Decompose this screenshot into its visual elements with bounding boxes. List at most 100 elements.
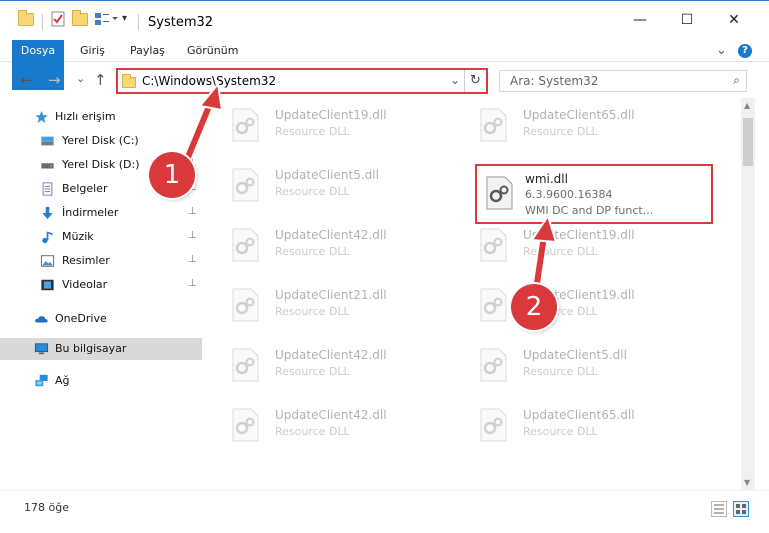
- folder-icon: [18, 10, 34, 27]
- dll-file-icon: [232, 168, 259, 202]
- pin-icon[interactable]: ⊥: [188, 278, 197, 289]
- file-item[interactable]: UpdateClient5.dll Resource DLL: [453, 340, 683, 390]
- file-name: UpdateClient5.dll: [523, 348, 627, 362]
- sidebar-item-label: OneDrive: [55, 312, 107, 325]
- sidebar-item-onedrive[interactable]: OneDrive: [0, 308, 202, 330]
- item-count: 178 öğe: [24, 501, 69, 514]
- file-item[interactable]: UpdateClient21.dll Resource DLL: [205, 280, 435, 330]
- file-name: UpdateClient65.dll: [523, 408, 635, 422]
- file-item[interactable]: UpdateClient19.dll Resource DLL: [453, 280, 683, 330]
- documents-icon: [42, 182, 53, 196]
- file-item[interactable]: UpdateClient42.dll Resource DLL: [205, 220, 435, 270]
- address-path: C:\Windows\System32: [142, 74, 277, 88]
- pin-icon[interactable]: ⊥: [188, 134, 197, 145]
- pin-icon[interactable]: ⊥: [188, 230, 197, 241]
- sidebar-item-this-pc[interactable]: Bu bilgisayar: [0, 338, 202, 360]
- expand-ribbon-icon[interactable]: ⌄: [716, 43, 727, 58]
- file-version: 6.3.9600.16384: [525, 188, 613, 201]
- file-description: Resource DLL: [523, 365, 598, 378]
- file-item[interactable]: UpdateClient65.dll Resource DLL: [453, 400, 683, 450]
- scrollbar-thumb[interactable]: [743, 118, 753, 166]
- details-view-icon[interactable]: [711, 501, 727, 517]
- file-item[interactable]: UpdateClient19.dll Resource DLL: [205, 100, 435, 150]
- sidebar-item-local-disk-c[interactable]: Yerel Disk (C:) ⊥: [0, 130, 202, 152]
- quick-access-toolbar: [18, 10, 40, 27]
- properties-icon[interactable]: [50, 11, 66, 27]
- file-description: Resource DLL: [523, 425, 598, 438]
- close-button[interactable]: ✕: [727, 13, 741, 27]
- file-description: Resource DLL: [275, 125, 350, 138]
- file-name: UpdateClient19.dll: [523, 228, 635, 242]
- file-name: UpdateClient42.dll: [275, 228, 387, 242]
- file-description: Resource DLL: [275, 305, 350, 318]
- step-2-badge: 2: [511, 284, 557, 330]
- address-bar[interactable]: C:\Windows\System32 ⌄ ↻: [116, 68, 488, 94]
- dll-file-icon: [232, 288, 259, 322]
- file-name: UpdateClient5.dll: [275, 168, 379, 182]
- customize-toolbar-icon[interactable]: [94, 11, 118, 27]
- sidebar-item-label: Videolar: [62, 278, 108, 291]
- window-title: System32: [148, 15, 214, 30]
- recent-locations-button[interactable]: ⌄: [76, 72, 85, 85]
- computer-icon: [34, 343, 49, 355]
- pin-icon[interactable]: ⊥: [188, 206, 197, 217]
- pictures-icon: [40, 255, 55, 267]
- file-description: Resource DLL: [523, 245, 598, 258]
- search-input[interactable]: Ara: System32 ⌕: [499, 70, 747, 92]
- scroll-down-icon[interactable]: ▼: [744, 478, 750, 487]
- drive-icon: [41, 136, 54, 146]
- dll-file-icon: [480, 408, 507, 442]
- tab-share[interactable]: Paylaş: [120, 40, 175, 62]
- sidebar-item-label: Hızlı erişim: [55, 110, 116, 123]
- back-button[interactable]: ←: [20, 71, 33, 89]
- search-icon: ⌕: [733, 73, 740, 87]
- tiles-view-icon[interactable]: [733, 501, 749, 517]
- file-item[interactable]: UpdateClient42.dll Resource DLL: [205, 400, 435, 450]
- up-button[interactable]: ↑: [94, 71, 107, 89]
- sidebar-item-downloads[interactable]: İndirmeler ⊥: [0, 202, 202, 224]
- tab-home[interactable]: Giriş: [70, 40, 115, 62]
- dropdown-arrow-icon[interactable]: ▾: [122, 11, 138, 27]
- help-icon[interactable]: ?: [738, 44, 752, 58]
- minimize-button[interactable]: —: [633, 13, 647, 27]
- music-icon: [42, 231, 53, 244]
- dll-file-icon: [480, 348, 507, 382]
- file-description: Resource DLL: [275, 365, 350, 378]
- maximize-button[interactable]: ☐: [680, 13, 694, 27]
- file-item[interactable]: UpdateClient5.dll Resource DLL: [205, 160, 435, 210]
- dll-file-icon: [480, 228, 507, 262]
- sidebar-item-music[interactable]: Müzik ⊥: [0, 226, 202, 248]
- sidebar-item-quick-access[interactable]: Hızlı erişim: [0, 106, 202, 128]
- file-list: UpdateClient19.dll Resource DLL UpdateCl…: [205, 98, 741, 490]
- refresh-button[interactable]: ↻: [464, 70, 486, 92]
- sidebar-item-label: Müzik: [62, 230, 94, 243]
- file-name: wmi.dll: [525, 172, 568, 186]
- file-description: Resource DLL: [275, 185, 350, 198]
- sidebar-item-label: İndirmeler: [62, 206, 119, 219]
- file-name: UpdateClient65.dll: [523, 108, 635, 122]
- pin-icon[interactable]: ⊥: [188, 254, 197, 265]
- dll-file-icon: [232, 348, 259, 382]
- file-description: Resource DLL: [523, 125, 598, 138]
- file-item-wmi-dll[interactable]: wmi.dll 6.3.9600.16384 WMI DC and DP fun…: [475, 164, 713, 224]
- file-item[interactable]: UpdateClient65.dll Resource DLL: [453, 100, 683, 150]
- vertical-scrollbar[interactable]: ▲ ▼: [741, 98, 755, 490]
- scroll-up-icon[interactable]: ▲: [744, 101, 750, 110]
- network-icon: [35, 374, 48, 387]
- new-folder-icon[interactable]: [72, 10, 88, 27]
- tab-view[interactable]: Görünüm: [177, 40, 248, 62]
- sidebar-item-videos[interactable]: Videolar ⊥: [0, 274, 202, 296]
- forward-button[interactable]: →: [48, 71, 61, 89]
- videos-icon: [41, 279, 54, 291]
- step-1-badge: 1: [149, 152, 195, 198]
- status-bar: 178 öğe: [0, 490, 769, 533]
- cloud-icon: [35, 316, 48, 323]
- sidebar-item-pictures[interactable]: Resimler ⊥: [0, 250, 202, 272]
- file-item[interactable]: UpdateClient19.dll Resource DLL: [453, 220, 683, 270]
- file-name: UpdateClient42.dll: [275, 348, 387, 362]
- search-placeholder: Ara: System32: [510, 74, 599, 88]
- title-bar: ▾ System32 — ☐ ✕: [0, 0, 769, 40]
- sidebar-item-network[interactable]: Ağ: [0, 370, 202, 392]
- file-item[interactable]: UpdateClient42.dll Resource DLL: [205, 340, 435, 390]
- address-history-dropdown[interactable]: ⌄: [450, 73, 460, 87]
